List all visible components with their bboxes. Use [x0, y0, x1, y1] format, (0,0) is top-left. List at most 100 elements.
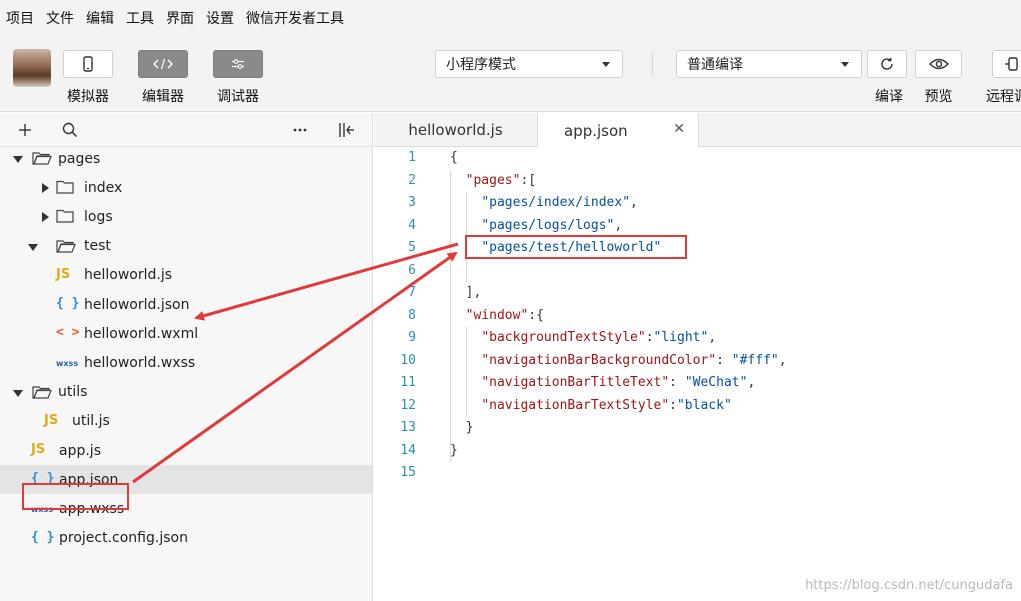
code-line: {	[450, 150, 458, 165]
line-number: 10	[400, 352, 416, 368]
eye-icon	[928, 58, 949, 70]
folder-open-icon	[32, 385, 52, 403]
tree-item-label: test	[84, 238, 111, 255]
compile-label: 编译	[875, 89, 903, 105]
chevron-down-icon	[841, 62, 849, 67]
more-icon[interactable]	[292, 122, 308, 138]
code-line: "window":{	[465, 307, 544, 323]
tree-file[interactable]: wxss helloworld.wxss	[0, 348, 372, 377]
remote-icon	[1005, 57, 1018, 71]
remote-debug-button[interactable]	[992, 50, 1021, 78]
tree-file[interactable]: JS helloworld.js	[0, 261, 372, 290]
preview-button[interactable]	[915, 50, 962, 78]
menu-tools[interactable]: 工具	[126, 8, 154, 28]
tree-item-label: helloworld.wxss	[84, 354, 196, 371]
code-line: "navigationBarBackgroundColor": "#fff",	[481, 352, 787, 368]
code-line: "pages/index/index",	[481, 195, 638, 210]
menu-devtools[interactable]: 微信开发者工具	[246, 8, 344, 28]
sliders-icon	[232, 59, 244, 69]
tree-folder[interactable]: pages	[0, 144, 372, 173]
watermark: https://blog.csdn.net/cungudafa	[805, 578, 1013, 593]
explorer-header	[0, 113, 372, 147]
caret-down-icon[interactable]	[13, 156, 23, 163]
compile-mode-value: 普通编译	[687, 57, 743, 73]
line-number: 11	[400, 375, 416, 390]
mode-select-value: 小程序模式	[446, 57, 516, 73]
line-number: 13	[400, 420, 416, 435]
tree-item-label: logs	[84, 208, 113, 225]
line-number: 2	[408, 172, 416, 188]
js-file-icon: JS	[56, 266, 71, 282]
code-line: ],	[450, 285, 482, 300]
code-line: "backgroundTextStyle":"light",	[481, 330, 717, 345]
collapse-sidebar-icon[interactable]	[337, 122, 355, 138]
caret-down-icon[interactable]	[28, 243, 38, 251]
tab-helloworld-js[interactable]: helloworld.js	[374, 113, 537, 147]
tree-file[interactable]: JS util.js	[0, 407, 372, 436]
line-number: 3	[408, 195, 416, 210]
line-number: 14	[400, 442, 416, 458]
tree-folder[interactable]: test	[0, 232, 372, 261]
wxml-file-icon: < >	[56, 325, 80, 341]
tab-app-json[interactable]: app.json ✕	[537, 113, 699, 148]
tree-file[interactable]: { } helloworld.json	[0, 290, 372, 319]
menu-file[interactable]: 文件	[46, 8, 74, 28]
line-number: 9	[408, 330, 416, 345]
tree-item-label: helloworld.wxml	[84, 325, 199, 342]
avatar[interactable]	[13, 49, 51, 87]
wxss-file-icon: wxss	[56, 359, 79, 369]
tree-file[interactable]: { } project.config.json	[0, 524, 372, 553]
code-line: }	[450, 420, 474, 435]
folder-open-icon	[56, 239, 76, 257]
json-file-icon: { }	[31, 529, 55, 545]
folder-icon	[56, 209, 74, 227]
highlight-box-app-json	[22, 483, 129, 510]
simulator-button[interactable]	[63, 50, 113, 78]
json-file-icon: { }	[56, 296, 80, 311]
code-line: }	[450, 442, 458, 458]
folder-icon	[56, 180, 74, 198]
toolbar: 模拟器 编辑器 调试器 小程序模式 普通编译 编译 预览 远程调	[0, 36, 1021, 112]
code-editor[interactable]: 1 {2 "pages":[3 "pages/index/index", 4 "pa…	[374, 147, 1021, 601]
tree-folder[interactable]: logs	[0, 202, 372, 231]
tree-item-label: project.config.json	[59, 530, 188, 547]
close-icon[interactable]: ✕	[673, 121, 685, 137]
line-number: 5	[408, 240, 416, 255]
tree-item-label: util.js	[72, 413, 110, 430]
caret-down-icon[interactable]	[13, 389, 23, 397]
debugger-button[interactable]	[213, 50, 263, 78]
line-number: 6	[408, 262, 416, 278]
caret-right-icon[interactable]	[42, 212, 49, 223]
refresh-icon	[881, 57, 893, 70]
menu-settings[interactable]: 设置	[206, 8, 234, 28]
compile-mode-select[interactable]: 普通编译	[676, 50, 862, 78]
caret-right-icon[interactable]	[42, 183, 49, 194]
mode-select[interactable]: 小程序模式	[435, 50, 623, 78]
compile-button[interactable]	[867, 50, 907, 78]
editor-button[interactable]	[138, 50, 188, 78]
tree-item-label: helloworld.js	[84, 267, 173, 284]
search-icon[interactable]	[62, 122, 78, 138]
preview-label: 预览	[924, 89, 953, 105]
phone-icon	[83, 56, 93, 72]
menu-bar: 项目 文件 编辑 工具 界面 设置 微信开发者工具	[0, 0, 1021, 36]
line-number: 15	[400, 465, 416, 480]
tree-file[interactable]: < > helloworld.wxml	[0, 319, 372, 348]
menu-project[interactable]: 项目	[6, 8, 34, 28]
code-line: "pages/logs/logs",	[481, 217, 623, 233]
tree-item-label: helloworld.json	[84, 296, 190, 313]
js-file-icon: JS	[31, 442, 46, 457]
add-icon[interactable]	[17, 122, 33, 138]
menu-interface[interactable]: 界面	[166, 8, 194, 28]
folder-open-icon	[32, 151, 52, 169]
editor-tabs: helloworld.js app.json ✕	[374, 113, 1021, 148]
remote-debug-label: 远程调	[986, 89, 1021, 105]
tree-folder[interactable]: index	[0, 173, 372, 202]
simulator-label: 模拟器	[67, 89, 109, 105]
tree-file[interactable]: JS app.js	[0, 436, 372, 465]
code-icon	[153, 58, 173, 70]
tree-folder[interactable]: utils	[0, 378, 372, 407]
js-file-icon: JS	[44, 412, 59, 428]
menu-edit[interactable]: 编辑	[86, 8, 114, 28]
toolbar-divider	[652, 52, 653, 76]
